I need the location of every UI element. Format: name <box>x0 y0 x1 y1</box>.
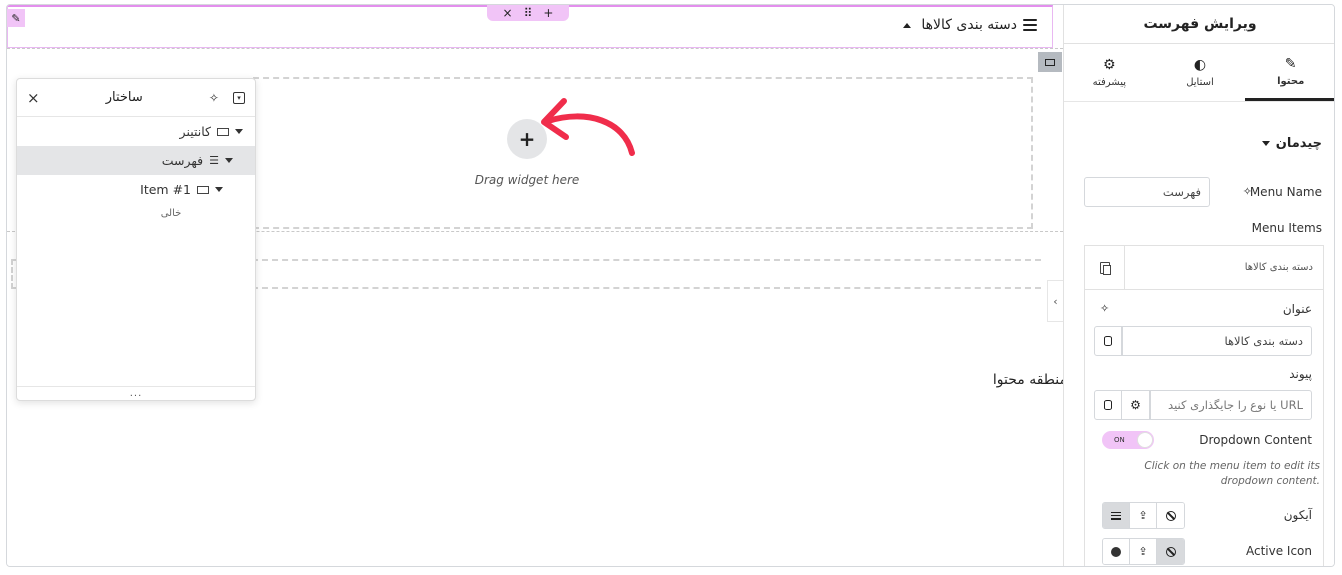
icon-option-none[interactable] <box>1157 503 1184 528</box>
ai-sparkle-icon[interactable]: ✧ <box>209 91 219 105</box>
title-input[interactable]: دسته بندی کالاها <box>1122 326 1312 356</box>
tab-content[interactable]: ✎ محتوا <box>1245 44 1334 101</box>
pencil-icon: ✎ <box>1284 55 1297 72</box>
section-layout-toggle[interactable]: چیدمان <box>1261 136 1322 151</box>
expand-caret-icon[interactable] <box>215 187 223 192</box>
edit-pencil-icon[interactable]: ✎ <box>7 9 25 27</box>
app-frame: ✎ × ⠿ + دسته بندی کالاها + Drag widget h… <box>6 4 1335 567</box>
collapse-panel-icon[interactable]: ‹ <box>1047 280 1063 322</box>
toggle-knob <box>1137 432 1153 448</box>
caret-up-icon <box>903 22 912 28</box>
half-circle-icon: ◐ <box>1193 57 1207 73</box>
icon-option-upload[interactable]: ⇪ <box>1130 503 1157 528</box>
resize-handle[interactable]: ... <box>17 386 255 400</box>
dropdown-toggle[interactable]: ON <box>1102 431 1154 449</box>
empty-label: خالی <box>160 208 182 219</box>
link-input[interactable]: URL یا نوع را جایگذاری کنید <box>1150 390 1312 420</box>
drag-handle-icon[interactable]: ⠿ <box>524 6 533 20</box>
dropdown-content-label: Dropdown Content <box>1199 433 1312 447</box>
active-icon-option-none[interactable] <box>1157 539 1184 564</box>
container-icon <box>217 127 229 136</box>
tab-style[interactable]: ◐ استایل <box>1155 44 1246 101</box>
content-area-label: منطقه محتوا <box>992 372 1067 388</box>
repeater-item-label: دسته بندی کالاها <box>1244 262 1313 273</box>
tree-item-label: Item #1 <box>140 182 191 197</box>
caret-down-icon <box>1261 141 1270 146</box>
dropzone-hint: Drag widget here <box>474 173 580 187</box>
panel-title: ویرایش فهرست <box>1064 5 1334 44</box>
ai-sparkle-icon[interactable]: ✧ <box>1243 185 1252 198</box>
icon-label: آیکون <box>1283 508 1312 522</box>
toggle-state: ON <box>1114 436 1125 444</box>
tree-item-item[interactable]: Item #1 <box>17 175 255 204</box>
collapse-all-icon[interactable]: ▾ <box>232 91 245 104</box>
tree-item-label: کانتینر <box>179 124 211 139</box>
link-label: پیوند <box>1289 367 1312 381</box>
tree-item-menu[interactable]: فهرست ☰ <box>17 146 255 175</box>
active-icon-option-default[interactable] <box>1103 539 1130 564</box>
menu-item-label: دسته بندی کالاها <box>921 17 1017 33</box>
active-icon-option-upload[interactable]: ⇪ <box>1130 539 1157 564</box>
icon-choice-group: ⇪ <box>1102 502 1185 529</box>
tree-item-container[interactable]: کانتینر <box>17 117 255 146</box>
dynamic-tags-button[interactable] <box>1094 390 1122 420</box>
ban-icon <box>1165 510 1176 521</box>
hamburger-icon <box>1111 511 1121 520</box>
icon-option-default[interactable] <box>1103 503 1130 528</box>
canvas: ✎ × ⠿ + دسته بندی کالاها + Drag widget h… <box>7 5 1067 566</box>
upload-icon: ⇪ <box>1138 545 1148 558</box>
tab-advanced[interactable]: ⚙ پیشرفته <box>1064 44 1155 101</box>
gear-icon: ⚙ <box>1103 57 1116 73</box>
menu-name-input[interactable]: فهرست <box>1084 177 1210 207</box>
container-handle-icon[interactable] <box>1038 52 1062 72</box>
ban-icon <box>1165 546 1176 557</box>
panel-tabs: ✎ محتوا ◐ استایل ⚙ پیشرفته <box>1064 44 1334 102</box>
menu-name-label: Menu Name <box>1249 185 1322 199</box>
editor-panel: ویرایش فهرست ✎ محتوا ◐ استایل ⚙ پیشرفته … <box>1063 5 1334 566</box>
help-text: Click on the menu item to edit its dropd… <box>1144 460 1320 487</box>
dynamic-tags-button[interactable] <box>1094 326 1122 356</box>
structure-title: ساختار <box>105 90 143 105</box>
section-title: چیدمان <box>1275 136 1322 151</box>
ai-sparkle-icon[interactable]: ✧ <box>1100 302 1109 315</box>
tab-label: پیشرفته <box>1092 77 1127 88</box>
tab-label: استایل <box>1186 77 1214 88</box>
tree-item-label: فهرست <box>161 153 204 168</box>
hamburger-icon <box>1023 19 1037 31</box>
add-element-icon[interactable]: × <box>503 6 513 20</box>
structure-panel: × ساختار ✧ ▾ کانتینر فهرست ☰ Item #1 خال… <box>16 78 256 401</box>
expand-caret-icon[interactable] <box>235 129 243 134</box>
active-icon-label: Active Icon <box>1245 544 1312 558</box>
dot-icon <box>1111 546 1121 557</box>
annotation-arrow-icon <box>541 98 635 156</box>
upload-icon: ⇪ <box>1138 509 1148 522</box>
expand-caret-icon[interactable] <box>225 158 233 163</box>
structure-header: × ساختار ✧ ▾ <box>17 79 255 117</box>
duplicate-button[interactable] <box>1085 245 1125 290</box>
tab-label: محتوا <box>1277 75 1305 87</box>
menu-widget-icon: ☰ <box>209 154 219 167</box>
link-options-button[interactable]: ⚙ <box>1122 390 1150 420</box>
menu-nav-item[interactable]: دسته بندی کالاها <box>903 17 1037 33</box>
divider <box>7 48 1063 49</box>
widget-dropzone[interactable] <box>253 77 1033 229</box>
item-icon <box>197 185 209 194</box>
copy-icon <box>1099 261 1111 275</box>
element-toolbar: × ⠿ + <box>487 5 569 21</box>
active-icon-choice-group: ⇪ <box>1102 538 1185 565</box>
title-label: عنوان <box>1282 302 1312 316</box>
database-icon <box>1104 400 1112 410</box>
database-icon <box>1104 336 1112 346</box>
close-icon[interactable]: + <box>543 6 553 20</box>
repeater-item[interactable]: دسته بندی کالاها <box>1085 245 1323 290</box>
menu-items-label: Menu Items <box>1251 221 1322 235</box>
close-structure-icon[interactable]: × <box>27 89 40 107</box>
